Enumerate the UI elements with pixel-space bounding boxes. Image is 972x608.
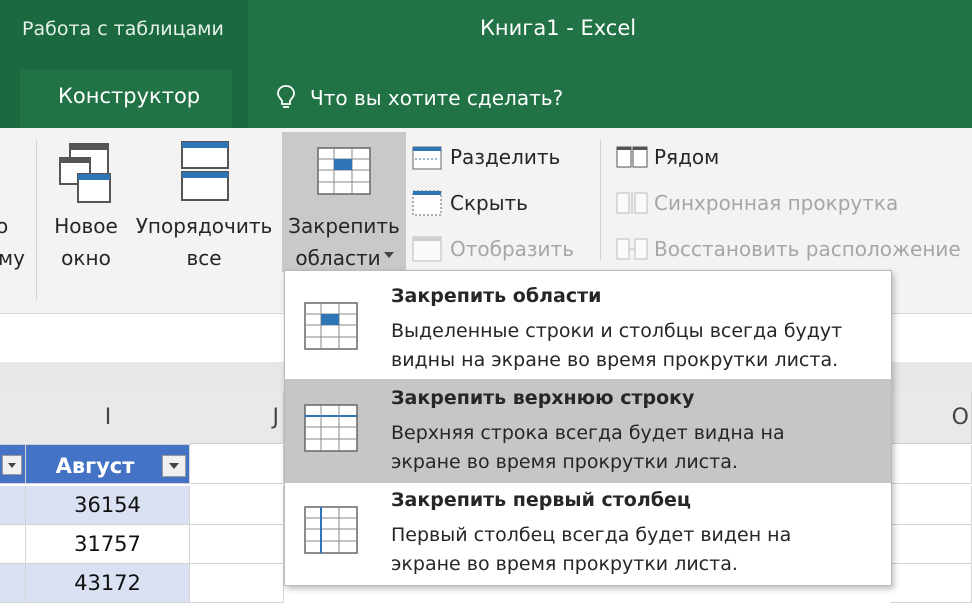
menu-item-description: Первый столбец всегда будет виден на (391, 524, 792, 546)
table-cell-value[interactable]: 43172 (26, 564, 190, 603)
arrange-all-icon[interactable] (180, 140, 230, 202)
menu-item-description: экране во время прокрутки листа. (391, 553, 738, 575)
side-by-side-icon[interactable] (616, 146, 648, 168)
cell[interactable] (190, 486, 284, 525)
cell[interactable] (890, 445, 972, 484)
table-cell-value[interactable]: 31757 (26, 525, 190, 564)
ribbon-cut-label-1: о (0, 214, 9, 238)
synchronous-scrolling-button[interactable]: Синхронная прокрутка (654, 191, 898, 215)
arrange-all-label-1[interactable]: Упорядочить (130, 210, 278, 242)
ribbon-separator (600, 140, 601, 260)
arrange-all-label-2[interactable]: все (130, 242, 278, 274)
column-header-o[interactable]: O (890, 392, 972, 444)
menu-item-freeze-first-column[interactable]: Закрепить первый столбец Первый столбец … (285, 481, 891, 585)
sync-scroll-icon (616, 192, 648, 214)
menu-item-freeze-top-row[interactable]: Закрепить верхнюю строку Верхняя строка … (285, 379, 891, 483)
cell[interactable] (890, 564, 972, 603)
table-cell-value[interactable]: 36154 (26, 486, 190, 525)
chevron-down-icon[interactable] (384, 252, 394, 258)
hide-window-icon[interactable] (412, 190, 442, 216)
menu-item-title: Закрепить первый столбец (391, 489, 692, 511)
filter-dropdown-icon[interactable] (162, 455, 186, 477)
unhide-button[interactable]: Отобразить (450, 237, 574, 261)
lightbulb-icon[interactable] (276, 84, 296, 112)
freeze-panes-icon (317, 147, 371, 195)
freeze-panes-icon (304, 302, 358, 350)
ribbon-separator (36, 140, 37, 300)
freeze-panes-menu: Закрепить области Выделенные строки и ст… (284, 270, 892, 586)
cell[interactable] (890, 486, 972, 525)
menu-item-description: экране во время прокрутки листа. (391, 451, 738, 473)
window-title: Книга1 - Excel (480, 16, 637, 40)
menu-item-freeze-panes[interactable]: Закрепить области Выделенные строки и ст… (285, 277, 891, 381)
tab-design-label[interactable]: Конструктор (58, 84, 200, 108)
table-header-august: Август (55, 454, 135, 478)
view-side-by-side-button[interactable]: Рядом (654, 145, 719, 169)
table-cell[interactable] (0, 564, 26, 603)
hide-button[interactable]: Скрыть (450, 191, 528, 215)
split-icon[interactable] (412, 146, 442, 170)
new-window-label-2[interactable]: окно (48, 242, 124, 274)
freeze-panes-label-1[interactable]: Закрепить (282, 210, 406, 242)
cell[interactable] (890, 525, 972, 564)
reset-window-position-icon (616, 238, 648, 260)
menu-item-title: Закрепить верхнюю строку (391, 387, 695, 409)
context-group-label: Работа с таблицами (22, 18, 224, 40)
menu-item-title: Закрепить области (391, 285, 602, 307)
menu-item-description: видны на экране во время прокрутки листа… (391, 349, 839, 371)
column-header-h[interactable] (0, 392, 27, 445)
reset-window-position-button[interactable]: Восстановить расположение (654, 237, 961, 261)
cell[interactable] (190, 445, 284, 484)
column-header-i[interactable]: I (26, 392, 191, 445)
tell-me-search[interactable]: Что вы хотите сделать? (310, 86, 563, 110)
split-button[interactable]: Разделить (450, 145, 560, 169)
new-window-label-1[interactable]: Новое (48, 210, 124, 242)
unhide-window-icon (412, 236, 442, 262)
table-cell[interactable] (0, 525, 26, 564)
freeze-top-row-icon (304, 404, 358, 452)
column-header-j[interactable]: J (190, 392, 284, 444)
menu-item-description: Верхняя строка всегда будет видна на (391, 422, 785, 444)
freeze-first-column-icon (304, 506, 358, 554)
menu-item-description: Выделенные строки и столбцы всегда будут (391, 320, 843, 342)
cell[interactable] (190, 564, 284, 603)
cell[interactable] (190, 525, 284, 564)
table-cell[interactable] (0, 486, 26, 525)
ribbon-cut-label-2: му (0, 246, 25, 270)
filter-dropdown-icon[interactable] (2, 455, 22, 475)
new-window-icon[interactable] (56, 140, 114, 206)
